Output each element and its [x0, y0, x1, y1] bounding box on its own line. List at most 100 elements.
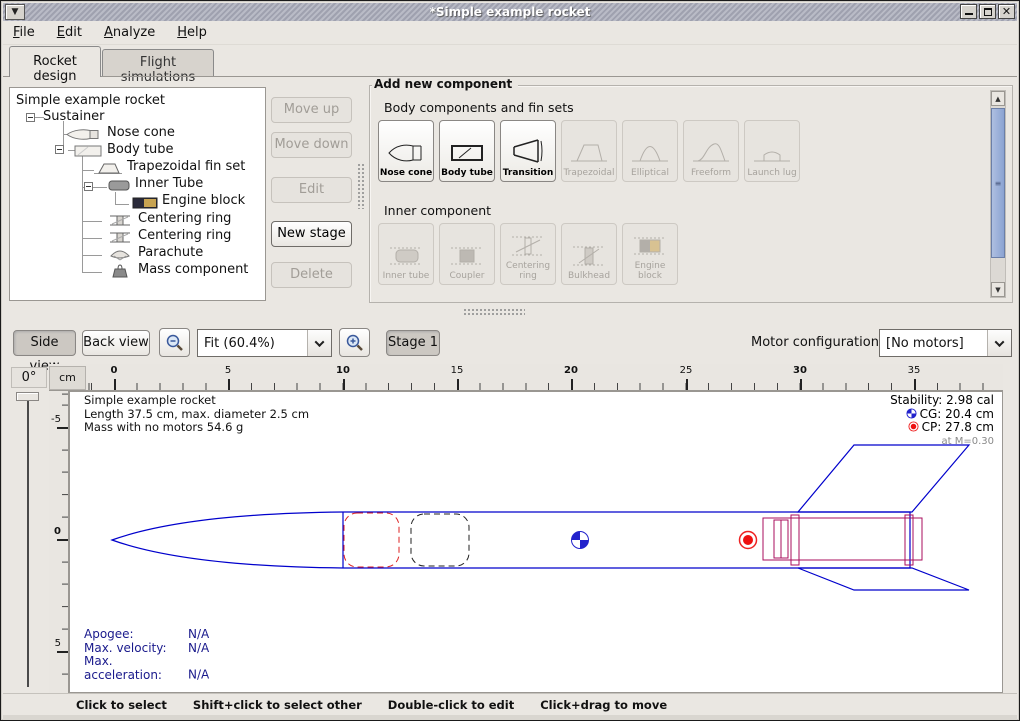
cg-marker — [572, 532, 589, 549]
add-freeform-fin-button[interactable]: Freeform — [683, 120, 739, 182]
hint-shift-click: Shift+click to select other — [193, 698, 362, 712]
rotation-slider-track[interactable] — [27, 397, 29, 687]
hint-click-drag: Click+drag to move — [540, 698, 667, 712]
window-title: *Simple example rocket — [3, 5, 1017, 19]
scroll-down-icon[interactable]: ▼ — [991, 282, 1005, 297]
add-transition-button[interactable]: Transition — [500, 120, 556, 182]
body-components-row: Nose cone Body tube Transition Trape — [378, 120, 800, 182]
stage-1-toggle[interactable]: Stage 1 — [386, 330, 440, 356]
tree-row-inner-tube[interactable]: Inner Tube — [135, 176, 203, 192]
ruler-label-v0: 0 — [54, 526, 61, 537]
rocket-view-canvas[interactable]: Simple example rocket Length 37.5 cm, ma… — [69, 391, 1003, 693]
cg-line: CG: 20.4 cm — [890, 408, 994, 422]
component-scrollbar[interactable]: ▲ ≡ ▼ — [990, 90, 1006, 298]
vertical-splitter-handle[interactable] — [357, 163, 366, 209]
expander-inner-tube[interactable] — [84, 182, 93, 191]
menu-help[interactable]: Help — [177, 25, 207, 40]
inner-tube-outline[interactable] — [763, 518, 922, 560]
menu-analyze[interactable]: Analyze — [104, 25, 155, 40]
rotation-slider-handle[interactable] — [16, 392, 39, 401]
add-coupler-button[interactable]: Coupler — [439, 223, 495, 285]
tree-row-engine-block[interactable]: Engine block — [162, 193, 245, 209]
flight-data: Apogee:N/A Max. velocity:N/A Max. accele… — [84, 628, 209, 682]
zoom-out-button[interactable] — [159, 328, 190, 357]
mass-component-outline[interactable] — [411, 514, 469, 566]
tree-row-fin-set[interactable]: Trapezoidal fin set — [127, 159, 245, 175]
zoom-select[interactable]: Fit (60.4%) — [197, 329, 332, 357]
title-bar[interactable]: ▼ *Simple example rocket ✕ — [3, 3, 1017, 21]
tree-row-sustainer[interactable]: Sustainer — [43, 109, 105, 125]
minimize-icon — [965, 8, 973, 15]
motor-configuration-select[interactable]: [No motors] — [879, 329, 1012, 357]
menu-edit[interactable]: Edit — [57, 25, 82, 40]
delete-button[interactable]: Delete — [271, 262, 352, 288]
add-launch-lug-button[interactable]: Launch lug — [744, 120, 800, 182]
new-stage-button[interactable]: New stage — [271, 221, 352, 247]
tab-flight-simulations[interactable]: Flight simulations — [102, 49, 214, 77]
scroll-up-icon[interactable]: ▲ — [991, 91, 1005, 106]
zoom-in-button[interactable] — [339, 328, 370, 357]
tree-row-nose-cone[interactable]: Nose cone — [107, 125, 175, 141]
add-elliptical-fin-button[interactable]: Elliptical — [622, 120, 678, 182]
window-bottom-edge — [3, 715, 1017, 720]
ruler-label-5: 5 — [225, 365, 231, 376]
add-nose-cone-button[interactable]: Nose cone — [378, 120, 434, 182]
body-components-label: Body components and fin sets — [384, 100, 574, 115]
centering-ring-aft[interactable] — [905, 515, 913, 565]
expander-sustainer[interactable] — [26, 113, 35, 122]
rotation-angle-label: 0° — [11, 367, 47, 388]
add-bulkhead-button[interactable]: Bulkhead — [561, 223, 617, 285]
upper-fin[interactable] — [798, 445, 969, 512]
centering-ring-fore[interactable] — [791, 515, 799, 565]
centering-ring-icon — [508, 233, 548, 259]
mach-condition: at M=0.30 — [890, 435, 994, 449]
ruler-label-15: 15 — [451, 365, 464, 376]
close-icon: ✕ — [1002, 6, 1011, 17]
tree-row-body-tube[interactable]: Body tube — [107, 142, 174, 158]
design-name: Simple example rocket — [84, 394, 309, 408]
add-body-tube-button[interactable]: Body tube — [439, 120, 495, 182]
expander-body-tube[interactable] — [55, 145, 64, 154]
chevron-down-icon[interactable] — [987, 330, 1011, 356]
ruler-unit-label: cm — [49, 366, 86, 390]
coupler-icon — [447, 243, 487, 269]
add-centering-ring-button[interactable]: Centering ring — [500, 223, 556, 285]
tree-row-rocket[interactable]: Simple example rocket — [16, 93, 165, 109]
nose-cone-icon — [386, 140, 426, 166]
chevron-down-icon[interactable] — [307, 330, 331, 356]
motor-configuration-value: [No motors] — [880, 336, 987, 351]
tree-row-centering-ring-2[interactable]: Centering ring — [138, 228, 231, 244]
ruler-label-20: 20 — [564, 365, 578, 376]
component-tree[interactable]: Simple example rocket Sustainer Nose con… — [9, 87, 266, 301]
horizontal-splitter-handle[interactable] — [463, 308, 525, 316]
stability-summary: Stability: 2.98 cal CG: 20.4 cm CP: 27.8… — [890, 394, 994, 448]
add-trapezoidal-fin-button[interactable]: Trapezoidal — [561, 120, 617, 182]
back-view-toggle[interactable]: Back view — [82, 330, 150, 356]
hint-click-select: Click to select — [76, 698, 167, 712]
menu-file[interactable]: File — [13, 25, 35, 40]
maximize-button[interactable] — [979, 4, 996, 19]
close-button[interactable]: ✕ — [998, 4, 1015, 19]
lower-fin[interactable] — [798, 568, 969, 590]
add-component-title: Add new component — [372, 77, 518, 91]
move-down-button[interactable]: Move down — [271, 132, 352, 158]
horizontal-ruler: cm 0 5 10 15 20 25 30 35 — [49, 364, 1003, 391]
scrollbar-thumb[interactable]: ≡ — [991, 108, 1005, 258]
parachute-outline[interactable] — [344, 513, 399, 567]
tree-row-mass-component[interactable]: Mass component — [138, 262, 248, 278]
edit-button[interactable]: Edit — [271, 177, 352, 203]
transition-icon — [508, 136, 548, 166]
window-menu-icon[interactable]: ▼ — [5, 4, 25, 20]
openrocket-window: ▼ *Simple example rocket ✕ File Edit Ana… — [0, 0, 1020, 721]
tree-row-parachute[interactable]: Parachute — [138, 245, 203, 261]
move-up-button[interactable]: Move up — [271, 97, 352, 123]
minimize-button[interactable] — [960, 4, 977, 19]
add-inner-tube-button[interactable]: Inner tube — [378, 223, 434, 285]
cp-line: CP: 27.8 cm — [890, 421, 994, 435]
ruler-label-neg5: -5 — [51, 414, 61, 425]
tab-rocket-design[interactable]: Rocket design — [9, 46, 101, 77]
inner-tube-icon — [386, 243, 426, 269]
side-view-toggle[interactable]: Side view — [13, 330, 76, 356]
tree-row-centering-ring-1[interactable]: Centering ring — [138, 211, 231, 227]
add-engine-block-button[interactable]: Engine block — [622, 223, 678, 285]
